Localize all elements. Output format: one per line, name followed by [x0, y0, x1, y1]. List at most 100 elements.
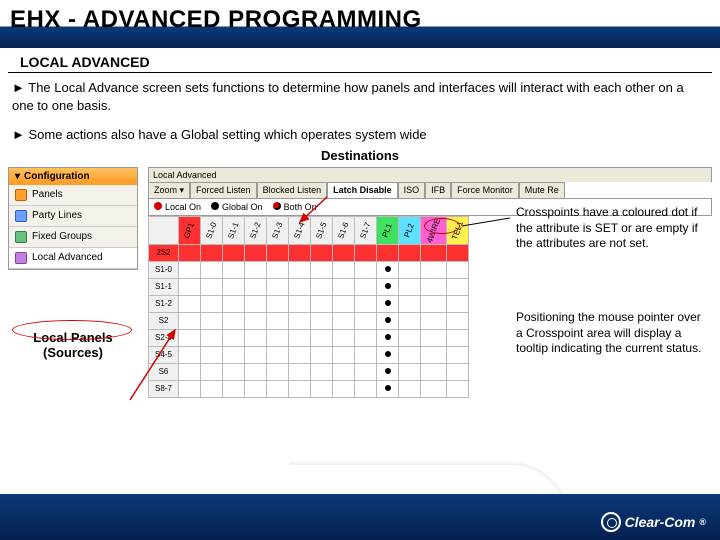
- crosspoint-cell[interactable]: [201, 329, 223, 346]
- crosspoint-cell[interactable]: [289, 312, 311, 329]
- crosspoint-cell[interactable]: [421, 346, 447, 363]
- crosspoint-cell[interactable]: [201, 380, 223, 397]
- crosspoint-cell[interactable]: [447, 346, 469, 363]
- crosspoint-cell[interactable]: [223, 329, 245, 346]
- crosspoint-cell[interactable]: [289, 380, 311, 397]
- crosspoint-cell[interactable]: [399, 295, 421, 312]
- crosspoint-cell[interactable]: [447, 278, 469, 295]
- crosspoint-cell[interactable]: [377, 329, 399, 346]
- crosspoint-cell[interactable]: [289, 295, 311, 312]
- crosspoint-cell[interactable]: [267, 244, 289, 261]
- crosspoint-cell[interactable]: [179, 295, 201, 312]
- crosspoint-cell[interactable]: [179, 363, 201, 380]
- crosspoint-cell[interactable]: [399, 261, 421, 278]
- tab-iso[interactable]: ISO: [398, 182, 426, 198]
- crosspoint-cell[interactable]: [377, 244, 399, 261]
- crosspoint-cell[interactable]: [267, 346, 289, 363]
- tab-force-monitor[interactable]: Force Monitor: [451, 182, 519, 198]
- crosspoint-cell[interactable]: [223, 346, 245, 363]
- crosspoint-cell[interactable]: [447, 261, 469, 278]
- crosspoint-cell[interactable]: [311, 312, 333, 329]
- crosspoint-cell[interactable]: [447, 363, 469, 380]
- crosspoint-cell[interactable]: [267, 261, 289, 278]
- crosspoint-cell[interactable]: [355, 244, 377, 261]
- config-item-local-advanced[interactable]: Local Advanced: [9, 248, 137, 269]
- crosspoint-cell[interactable]: [377, 346, 399, 363]
- crosspoint-cell[interactable]: [289, 244, 311, 261]
- crosspoint-cell[interactable]: [245, 329, 267, 346]
- crosspoint-cell[interactable]: [355, 295, 377, 312]
- crosspoint-cell[interactable]: [399, 380, 421, 397]
- crosspoint-cell[interactable]: [333, 278, 355, 295]
- crosspoint-cell[interactable]: [447, 329, 469, 346]
- crosspoint-cell[interactable]: [421, 312, 447, 329]
- crosspoint-cell[interactable]: [421, 329, 447, 346]
- crosspoint-cell[interactable]: [447, 380, 469, 397]
- config-item-party-lines[interactable]: Party Lines: [9, 206, 137, 227]
- crosspoint-cell[interactable]: [333, 363, 355, 380]
- crosspoint-cell[interactable]: [223, 278, 245, 295]
- crosspoint-cell[interactable]: [267, 295, 289, 312]
- crosspoint-cell[interactable]: [245, 312, 267, 329]
- crosspoint-cell[interactable]: [333, 261, 355, 278]
- crosspoint-cell[interactable]: [447, 295, 469, 312]
- crosspoint-cell[interactable]: [377, 278, 399, 295]
- crosspoint-cell[interactable]: [289, 261, 311, 278]
- crosspoint-cell[interactable]: [267, 380, 289, 397]
- crosspoint-cell[interactable]: [355, 363, 377, 380]
- crosspoint-cell[interactable]: [223, 363, 245, 380]
- crosspoint-cell[interactable]: [311, 295, 333, 312]
- crosspoint-cell[interactable]: [289, 329, 311, 346]
- crosspoint-cell[interactable]: [245, 346, 267, 363]
- crosspoint-cell[interactable]: [399, 312, 421, 329]
- crosspoint-cell[interactable]: [289, 363, 311, 380]
- config-item-fixed-groups[interactable]: Fixed Groups: [9, 227, 137, 248]
- crosspoint-cell[interactable]: [333, 380, 355, 397]
- crosspoint-cell[interactable]: [311, 346, 333, 363]
- crosspoint-cell[interactable]: [223, 244, 245, 261]
- crosspoint-cell[interactable]: [245, 380, 267, 397]
- crosspoint-cell[interactable]: [311, 329, 333, 346]
- crosspoint-cell[interactable]: [377, 295, 399, 312]
- crosspoint-cell[interactable]: [377, 363, 399, 380]
- crosspoint-cell[interactable]: [223, 261, 245, 278]
- crosspoint-cell[interactable]: [399, 329, 421, 346]
- crosspoint-cell[interactable]: [355, 329, 377, 346]
- crosspoint-cell[interactable]: [333, 329, 355, 346]
- crosspoint-cell[interactable]: [355, 312, 377, 329]
- crosspoint-cell[interactable]: [399, 244, 421, 261]
- crosspoint-cell[interactable]: [377, 380, 399, 397]
- crosspoint-cell[interactable]: [201, 312, 223, 329]
- crosspoint-cell[interactable]: [421, 261, 447, 278]
- crosspoint-cell[interactable]: [333, 244, 355, 261]
- tab-zoom-[interactable]: Zoom ▾: [148, 182, 190, 198]
- crosspoint-cell[interactable]: [421, 363, 447, 380]
- crosspoint-cell[interactable]: [179, 261, 201, 278]
- crosspoint-cell[interactable]: [267, 329, 289, 346]
- crosspoint-cell[interactable]: [201, 278, 223, 295]
- crosspoint-cell[interactable]: [355, 261, 377, 278]
- crosspoint-cell[interactable]: [201, 295, 223, 312]
- crosspoint-cell[interactable]: [267, 312, 289, 329]
- crosspoint-cell[interactable]: [311, 244, 333, 261]
- crosspoint-cell[interactable]: [179, 380, 201, 397]
- crosspoint-cell[interactable]: [179, 329, 201, 346]
- crosspoint-cell[interactable]: [421, 295, 447, 312]
- tab-forced-listen[interactable]: Forced Listen: [190, 182, 257, 198]
- crosspoint-cell[interactable]: [289, 278, 311, 295]
- crosspoint-cell[interactable]: [245, 244, 267, 261]
- crosspoint-cell[interactable]: [355, 380, 377, 397]
- crosspoint-matrix[interactable]: GP1S1-0S1-1S1-2S1-3S1-4S1-5S1-6S1-7PL1PL…: [148, 216, 469, 398]
- crosspoint-cell[interactable]: [447, 312, 469, 329]
- crosspoint-cell[interactable]: [289, 346, 311, 363]
- crosspoint-cell[interactable]: [311, 363, 333, 380]
- crosspoint-cell[interactable]: [179, 278, 201, 295]
- crosspoint-cell[interactable]: [399, 278, 421, 295]
- crosspoint-cell[interactable]: [333, 346, 355, 363]
- crosspoint-cell[interactable]: [421, 278, 447, 295]
- crosspoint-cell[interactable]: [223, 312, 245, 329]
- crosspoint-cell[interactable]: [311, 380, 333, 397]
- crosspoint-cell[interactable]: [311, 261, 333, 278]
- crosspoint-cell[interactable]: [223, 380, 245, 397]
- tab-blocked-listen[interactable]: Blocked Listen: [257, 182, 328, 198]
